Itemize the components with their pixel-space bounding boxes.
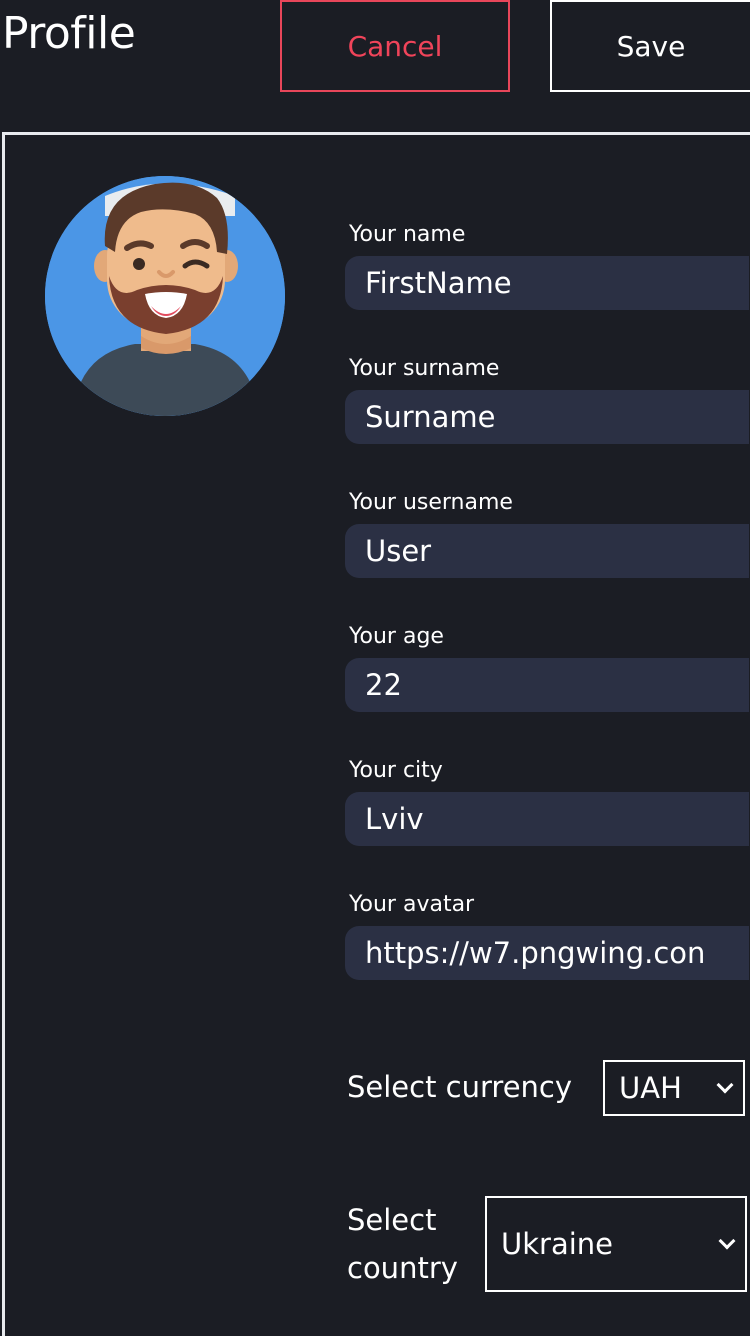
save-button[interactable]: Save: [550, 0, 750, 92]
avatar-url-input[interactable]: [345, 926, 749, 980]
country-label-line2: country: [347, 1251, 458, 1285]
currency-label: Select currency: [347, 1070, 573, 1104]
age-label: Your age: [349, 624, 444, 649]
profile-form-panel: Your name Your surname Your username You…: [2, 132, 750, 1336]
name-label: Your name: [349, 222, 466, 247]
age-input[interactable]: [345, 658, 749, 712]
surname-label: Your surname: [349, 356, 500, 381]
country-select[interactable]: Ukraine: [485, 1196, 747, 1292]
country-label: Select country: [347, 1196, 458, 1292]
chevron-down-icon: [718, 1232, 736, 1250]
country-label-line1: Select: [347, 1203, 437, 1237]
city-label: Your city: [349, 758, 443, 783]
chevron-down-icon: [716, 1076, 734, 1094]
cancel-button[interactable]: Cancel: [280, 0, 510, 92]
country-selected-value: Ukraine: [501, 1227, 613, 1261]
surname-input[interactable]: [345, 390, 749, 444]
username-label: Your username: [349, 490, 513, 515]
username-input[interactable]: [345, 524, 749, 578]
profile-header: Profile Cancel Save: [0, 0, 750, 132]
user-avatar-icon: [45, 176, 285, 416]
avatar: [45, 176, 285, 416]
name-input[interactable]: [345, 256, 749, 310]
city-input[interactable]: [345, 792, 749, 846]
currency-selected-value: UAH: [619, 1071, 682, 1105]
currency-select[interactable]: UAH: [603, 1060, 745, 1116]
page-title: Profile: [2, 8, 136, 59]
avatar-url-label: Your avatar: [349, 892, 475, 917]
